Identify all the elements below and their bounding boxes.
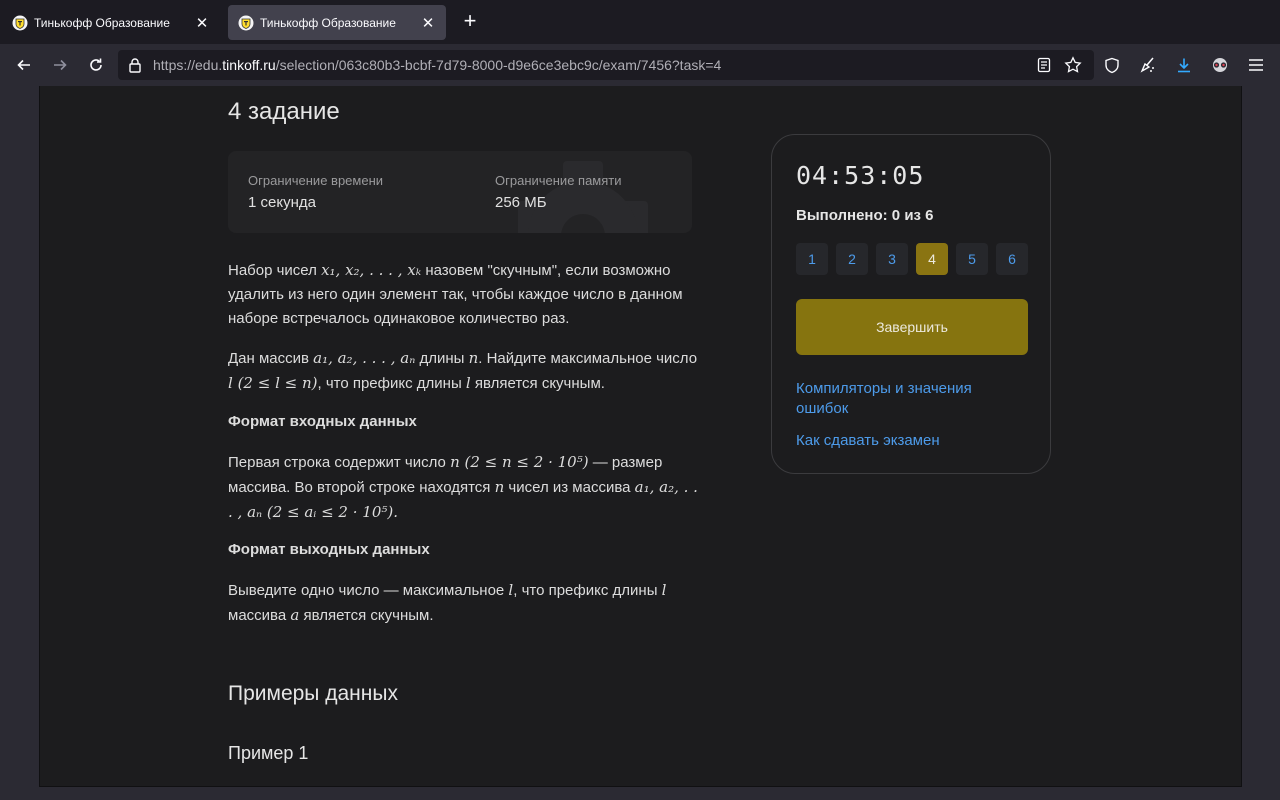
tab-title: Тинькофф Образование <box>260 15 396 30</box>
time-limit-value: 1 секунда <box>248 194 316 211</box>
reload-button[interactable] <box>84 53 108 77</box>
text-run: , что префикс длины <box>513 582 662 599</box>
math-formula: n <box>468 349 479 367</box>
text-run: является скучным. <box>299 607 434 624</box>
text-run: массива <box>228 607 291 624</box>
tinkoff-favicon <box>12 15 28 30</box>
url-path: /selection/063c80b3-bcbf-7d79-8000-d9e6c… <box>275 57 722 73</box>
url-domain: tinkoff.ru <box>222 57 276 73</box>
arrow-left-icon <box>17 59 30 71</box>
close-icon[interactable]: ✕ <box>194 14 210 32</box>
forward-button[interactable] <box>48 53 72 77</box>
progress-text: Выполнено: 0 из 6 <box>796 207 934 224</box>
text-run: , что префикс длины <box>317 375 466 392</box>
page-viewport: 4 задание Ограничение времени 1 секунда … <box>0 86 1280 800</box>
output-format-heading: Формат выходных данных <box>228 541 430 558</box>
arrow-right-icon <box>54 59 67 71</box>
address-bar[interactable]: https://edu.tinkoff.ru/selection/063c80b… <box>118 50 1094 80</box>
tab-title: Тинькофф Образование <box>34 15 170 30</box>
broom-icon <box>1140 57 1154 73</box>
task-number-button[interactable]: 5 <box>956 243 988 275</box>
shield-button[interactable] <box>1100 53 1124 77</box>
input-format-heading: Формат входных данных <box>228 413 417 430</box>
lock-icon <box>129 58 141 73</box>
bookmark-star-icon[interactable] <box>1064 56 1082 74</box>
hamburger-menu-icon <box>1249 59 1263 71</box>
task-number-button[interactable]: 2 <box>836 243 868 275</box>
task-number-button[interactable]: 6 <box>996 243 1028 275</box>
new-tab-button[interactable]: + <box>458 10 482 34</box>
mask-icon <box>1213 58 1227 72</box>
math-formula: x₁, x₂, . . . , xₖ <box>321 261 422 279</box>
shield-icon <box>1105 57 1119 73</box>
math-formula: l <box>661 581 667 599</box>
statement-paragraph-2: Дан массив a₁, a₂, . . . , aₙ длины n. Н… <box>228 346 698 396</box>
exam-page: 4 задание Ограничение времени 1 секунда … <box>39 86 1242 787</box>
text-run: Первая строка содержит число <box>228 454 451 471</box>
browser-tab-2[interactable]: Тинькофф Образование ✕ <box>228 5 446 40</box>
statement-paragraph-1: Набор чисел x₁, x₂, . . . , xₖ назовем "… <box>228 258 698 331</box>
back-button[interactable] <box>12 53 36 77</box>
extension-button[interactable] <box>1136 53 1160 77</box>
text-run: Набор чисел <box>228 262 322 279</box>
finish-exam-button[interactable]: Завершить <box>796 299 1028 355</box>
memory-limit-value: 256 МБ <box>495 194 547 211</box>
task-number-list: 1 2 3 4 5 6 <box>796 243 1028 275</box>
math-formula: n <box>494 478 505 496</box>
countdown-timer: 04:53:05 <box>796 161 925 190</box>
menu-button[interactable] <box>1244 53 1268 77</box>
browser-tab-1[interactable]: Тинькофф Образование ✕ <box>2 5 220 40</box>
reader-mode-icon[interactable] <box>1036 57 1052 73</box>
task-number-button[interactable]: 3 <box>876 243 908 275</box>
close-icon[interactable]: ✕ <box>420 14 436 32</box>
downloads-button[interactable] <box>1172 53 1196 77</box>
examples-heading: Примеры данных <box>228 682 398 705</box>
text-run: Дан массив <box>228 350 314 367</box>
example-1-heading: Пример 1 <box>228 743 309 763</box>
math-formula: a <box>290 606 300 624</box>
private-mask-button[interactable] <box>1208 53 1232 77</box>
text-run: Выведите одно число — максимальное <box>228 582 509 599</box>
math-formula: n (2 ≤ n ≤ 2 · 10⁵) <box>450 453 589 471</box>
output-format-paragraph: Выведите одно число — максимальное l, чт… <box>228 578 698 628</box>
math-formula: l (2 ≤ l ≤ n) <box>228 374 318 392</box>
text-run: является скучным. <box>470 375 605 392</box>
how-to-take-exam-link[interactable]: Как сдавать экзамен <box>796 431 940 451</box>
url-text: https://edu.tinkoff.ru/selection/063c80b… <box>153 57 721 73</box>
memory-limit-label: Ограничение памяти <box>495 173 622 188</box>
text-run: . Найдите максимальное число <box>478 350 698 367</box>
task-number-button-current[interactable]: 4 <box>916 243 948 275</box>
nav-bar: https://edu.tinkoff.ru/selection/063c80b… <box>0 44 1280 86</box>
exam-status-card: 04:53:05 Выполнено: 0 из 6 1 2 3 4 5 6 З… <box>771 134 1051 474</box>
task-title: 4 задание <box>228 98 340 125</box>
url-prefix: https://edu. <box>153 57 223 73</box>
reload-icon <box>90 58 102 71</box>
tinkoff-favicon <box>238 15 254 30</box>
text-run: длины <box>415 350 469 367</box>
text-run: чисел из массива <box>504 479 635 496</box>
task-number-button[interactable]: 1 <box>796 243 828 275</box>
download-icon <box>1178 58 1190 73</box>
limits-panel: Ограничение времени 1 секунда Ограничени… <box>228 151 692 233</box>
time-limit-label: Ограничение времени <box>248 173 384 188</box>
compilers-link[interactable]: Компиляторы и значения ошибок <box>796 379 1016 419</box>
math-formula: a₁, a₂, . . . , aₙ <box>313 349 416 367</box>
tab-strip: Тинькофф Образование ✕ Тинькофф Образова… <box>0 0 1280 44</box>
input-format-paragraph: Первая строка содержит число n (2 ≤ n ≤ … <box>228 450 698 525</box>
